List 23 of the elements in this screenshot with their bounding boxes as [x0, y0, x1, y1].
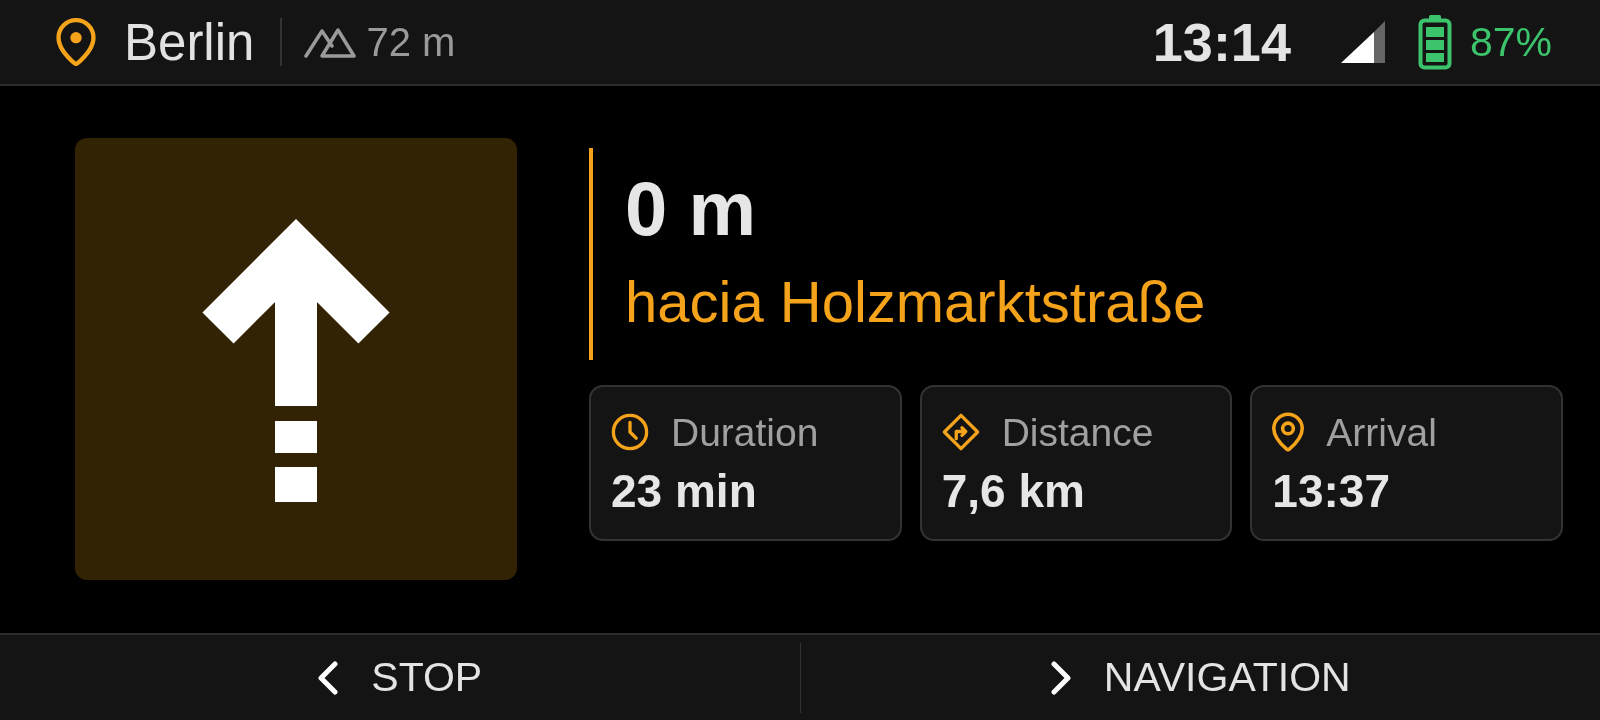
- location-pin-icon: [1272, 412, 1305, 452]
- mountain-icon: [304, 26, 357, 58]
- location-name: Berlin: [124, 16, 255, 68]
- battery-percentage: 87%: [1469, 21, 1552, 63]
- stat-label: Arrival: [1326, 412, 1437, 452]
- chevron-right-icon: [1049, 660, 1072, 695]
- stat-value: 13:37: [1272, 466, 1391, 516]
- battery-icon: [1417, 14, 1452, 70]
- turn-sign-icon: [941, 413, 980, 451]
- signal-icon: [1340, 21, 1385, 63]
- stop-button[interactable]: STOP: [309, 651, 491, 704]
- stat-label: Duration: [671, 412, 819, 452]
- stat-value: 23 min: [611, 466, 758, 516]
- maneuver-distance: 0 m: [625, 171, 757, 247]
- clock-time: 13:14: [1152, 15, 1291, 69]
- navigation-button[interactable]: NAVIGATION: [1041, 651, 1359, 704]
- clock-icon: [611, 413, 649, 451]
- stat-value: 7,6 km: [941, 466, 1086, 516]
- street-name: hacia Holzmarktstraße: [625, 268, 1206, 336]
- stat-label: Distance: [1001, 412, 1154, 452]
- elevation-text: 72 m: [366, 22, 456, 62]
- location-pin-icon: [56, 18, 96, 66]
- chevron-left-icon: [317, 660, 340, 695]
